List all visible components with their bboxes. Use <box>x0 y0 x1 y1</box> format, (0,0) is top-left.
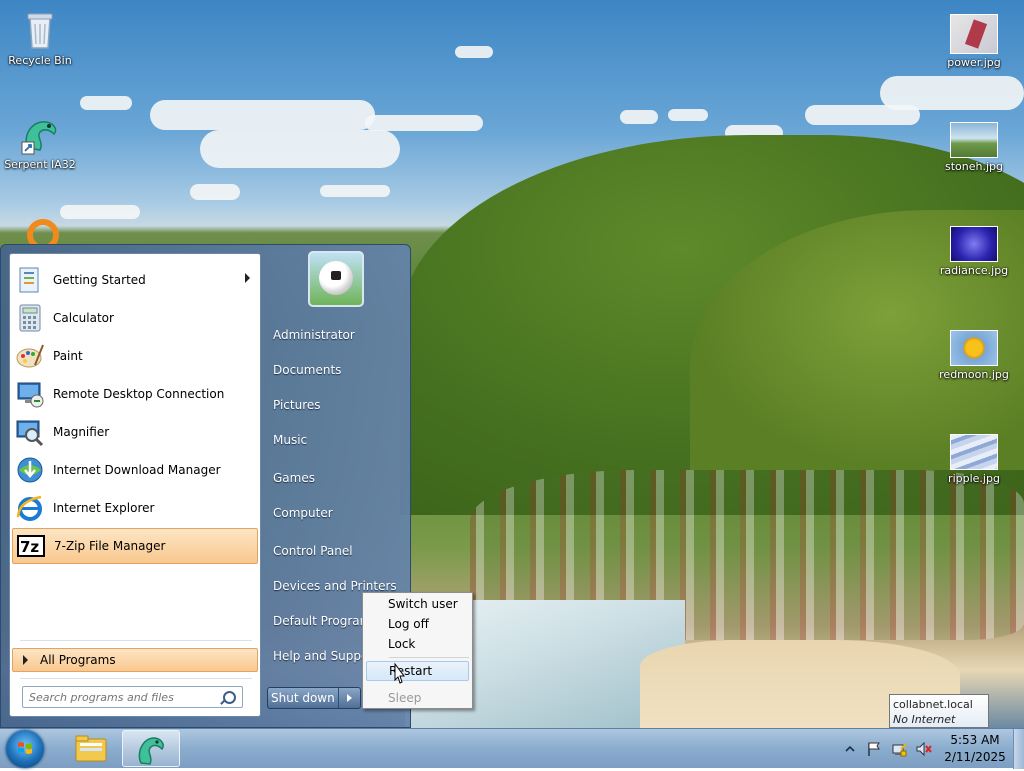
start-link-pictures[interactable]: Pictures <box>273 398 321 412</box>
search-box[interactable] <box>22 686 243 708</box>
calculator-icon <box>15 303 45 333</box>
desktop-icon-redmoon-jpg[interactable]: redmoon.jpg <box>934 330 1014 381</box>
shutdown-button[interactable]: Shut down <box>268 688 339 708</box>
chevron-up-icon <box>845 745 855 752</box>
desktop-icon-recycle-bin[interactable]: Recycle Bin <box>0 8 80 67</box>
menu-item-restart[interactable]: Restart <box>366 661 469 681</box>
program-label: Internet Download Manager <box>53 463 221 477</box>
menu-item-switch-user[interactable]: Switch user <box>366 594 469 614</box>
arrow-right-icon <box>23 655 28 665</box>
idm-icon <box>15 455 45 485</box>
user-avatar[interactable] <box>308 251 364 307</box>
desktop-icon-label: Recycle Bin <box>8 54 72 67</box>
shutdown-options-button[interactable] <box>339 688 360 708</box>
program-label: 7-Zip File Manager <box>54 539 166 553</box>
paint-icon <box>15 341 45 371</box>
menu-item-sleep[interactable]: Sleep <box>366 688 469 708</box>
start-link-computer[interactable]: Computer <box>273 506 333 520</box>
clock-time: 5:53 AM <box>950 733 1000 747</box>
remote-desktop-icon <box>15 379 45 409</box>
program-calculator[interactable]: Calculator <box>12 300 258 336</box>
network-icon[interactable] <box>891 741 907 757</box>
network-tooltip: collabnet.local No Internet access <box>889 694 989 741</box>
program-label: Remote Desktop Connection <box>53 387 225 401</box>
folder-icon <box>75 735 107 762</box>
arrow-right-icon <box>346 694 352 702</box>
menu-item-lock[interactable]: Lock <box>366 634 469 654</box>
image-file-icon <box>950 14 998 54</box>
program-paint[interactable]: Paint <box>12 338 258 374</box>
shutdown-button-group: Shut down <box>267 687 361 709</box>
show-hidden-icons-button[interactable] <box>844 743 856 755</box>
action-center-icon[interactable] <box>866 741 882 757</box>
desktop-icon-label: radiance.jpg <box>939 264 1009 277</box>
desktop-icon-label: redmoon.jpg <box>939 368 1009 381</box>
start-link-administrator[interactable]: Administrator <box>273 328 355 342</box>
desktop-icon-label: stoneh.jpg <box>944 160 1003 173</box>
image-file-icon <box>950 122 998 158</box>
start-link-devices-and-printers[interactable]: Devices and Printers <box>273 579 397 593</box>
program-label: Internet Explorer <box>53 501 155 515</box>
orange-ring-icon[interactable] <box>24 216 62 246</box>
start-button[interactable] <box>6 730 44 768</box>
mouse-cursor-icon <box>391 662 407 686</box>
desktop-icon-label: power.jpg <box>947 56 1001 69</box>
program-7zip-file-manager[interactable]: 7z 7-Zip File Manager <box>12 528 258 564</box>
program-internet-explorer[interactable]: Internet Explorer <box>12 490 258 526</box>
search-input[interactable] <box>29 688 214 706</box>
image-file-icon <box>950 226 998 262</box>
recycle-bin-icon <box>18 8 62 52</box>
start-link-documents[interactable]: Documents <box>273 363 341 377</box>
taskbar-clock[interactable]: 5:53 AM 2/11/2025 <box>940 732 1010 766</box>
volume-muted-icon[interactable] <box>915 741 933 757</box>
7zip-icon: 7z <box>16 531 46 561</box>
windows-logo-icon <box>18 742 32 754</box>
program-label: Paint <box>53 349 83 363</box>
program-internet-download-manager[interactable]: Internet Download Manager <box>12 452 258 488</box>
submenu-arrow-icon <box>245 273 250 283</box>
getting-started-icon <box>15 265 45 295</box>
soccer-ball-icon <box>319 261 353 295</box>
taskbar: 5:53 AM 2/11/2025 <box>0 728 1024 769</box>
desktop-icon-serpent-ia32[interactable]: Serpent IA32 <box>0 112 80 171</box>
program-label: Getting Started <box>53 273 146 287</box>
menu-item-log-off[interactable]: Log off <box>366 614 469 634</box>
serpent-icon <box>138 737 164 765</box>
desktop-icon-label: ripple.jpg <box>948 472 1000 485</box>
svg-text:7z: 7z <box>20 538 39 556</box>
desktop-icon-power-jpg[interactable]: power.jpg <box>934 14 1014 69</box>
all-programs-label: All Programs <box>40 653 116 667</box>
shutdown-options-menu: Switch user Log off Lock Restart Sleep <box>362 592 473 709</box>
desktop-icon-stoneh-jpg[interactable]: stoneh.jpg <box>934 122 1014 173</box>
clock-date: 2/11/2025 <box>944 750 1006 764</box>
search-icon[interactable] <box>223 691 236 704</box>
program-getting-started[interactable]: Getting Started <box>12 262 258 298</box>
desktop-icon-label: Serpent IA32 <box>4 158 76 171</box>
desktop-icon-ripple-jpg[interactable]: ripple.jpg <box>934 434 1014 485</box>
program-label: Calculator <box>53 311 114 325</box>
all-programs-button[interactable]: All Programs <box>12 648 258 672</box>
start-link-control-panel[interactable]: Control Panel <box>273 544 353 558</box>
taskbar-windows-explorer[interactable] <box>62 730 120 767</box>
start-link-music[interactable]: Music <box>273 433 307 447</box>
desktop-icon-radiance-jpg[interactable]: radiance.jpg <box>934 226 1014 277</box>
show-desktop-button[interactable] <box>1013 729 1024 769</box>
taskbar-serpent-ia32[interactable] <box>122 730 180 767</box>
image-file-icon <box>950 330 998 366</box>
program-magnifier[interactable]: Magnifier <box>12 414 258 450</box>
internet-explorer-icon <box>15 493 45 523</box>
start-menu: Getting Started Calculator Paint Remote … <box>0 244 411 728</box>
program-label: Magnifier <box>53 425 110 439</box>
start-link-games[interactable]: Games <box>273 471 315 485</box>
start-menu-programs-pane: Getting Started Calculator Paint Remote … <box>9 253 261 717</box>
tooltip-domain: collabnet.local <box>893 698 973 711</box>
magnifier-icon <box>15 417 45 447</box>
program-remote-desktop-connection[interactable]: Remote Desktop Connection <box>12 376 258 412</box>
serpent-icon <box>18 112 62 156</box>
image-file-icon <box>950 434 998 470</box>
